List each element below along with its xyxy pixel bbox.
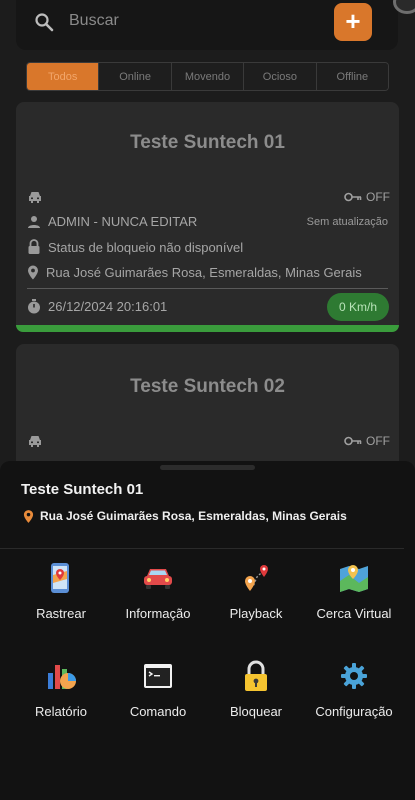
vehicle-actions-sheet: Teste Suntech 01 Rua José Guimarães Rosa…	[0, 461, 415, 800]
top-bar: Buscar +	[16, 0, 398, 50]
action-label: Rastrear	[36, 606, 86, 621]
vehicle-type-row	[27, 190, 388, 204]
address-row: Rua José Guimarães Rosa, Esmeraldas, Min…	[27, 265, 388, 280]
map-fence-icon	[340, 565, 368, 592]
vehicle-name: Teste Suntech 01	[130, 132, 285, 153]
sheet-drag-handle[interactable]	[160, 465, 255, 470]
location-pin-icon	[28, 265, 38, 280]
location-pin-icon	[23, 510, 34, 523]
action-label: Cerca Virtual	[316, 606, 392, 621]
action-label: Playback	[229, 606, 283, 621]
terminal-icon	[144, 664, 172, 688]
lock-status: Status de bloqueio não disponível	[48, 239, 244, 255]
add-vehicle-button[interactable]: +	[334, 3, 372, 41]
car-icon	[144, 569, 172, 589]
action-relatorio[interactable]: Relatório	[11, 659, 111, 719]
vehicle-card[interactable]: Teste Suntech 01 OFF ADMIN - NUNCA EDITA…	[16, 102, 399, 332]
vehicle-name: Teste Suntech 02	[130, 376, 285, 397]
search-input[interactable]: Buscar	[69, 12, 119, 30]
report-chart-icon	[48, 665, 76, 689]
action-rastrear[interactable]: Rastrear	[11, 561, 111, 621]
stopwatch-icon	[28, 299, 40, 314]
action-label: Relatório	[34, 704, 88, 719]
tab-todos[interactable]: Todos	[27, 63, 100, 90]
sheet-address-text: Rua José Guimarães Rosa, Esmeraldas, Min…	[40, 509, 347, 523]
padlock-icon	[28, 239, 40, 254]
ignition-value: OFF	[366, 190, 390, 204]
ignition-status: OFF	[344, 190, 390, 204]
ignition-value: OFF	[366, 434, 390, 448]
speed-badge: 0 Km/h	[326, 293, 389, 321]
padlock-icon	[245, 660, 267, 691]
user-row: ADMIN - NUNCA EDITAR Sem atualização	[27, 214, 388, 229]
action-configuracao[interactable]: Configuração	[304, 659, 404, 719]
user-icon	[28, 215, 40, 228]
route-pins-icon	[245, 565, 268, 591]
action-label: Configuração	[315, 704, 393, 719]
car-icon	[29, 436, 41, 447]
status-filter-tabs: Todos Online Movendo Ocioso Offline	[26, 62, 389, 91]
action-label: Informação	[125, 606, 191, 621]
action-label: Bloquear	[229, 704, 283, 719]
tab-online[interactable]: Online	[99, 63, 172, 90]
action-cerca-virtual[interactable]: Cerca Virtual	[304, 561, 404, 621]
action-informacao[interactable]: Informação	[108, 561, 208, 621]
search-icon[interactable]	[34, 12, 54, 32]
lock-row: Status de bloqueio não disponível	[27, 239, 388, 255]
sheet-divider	[0, 548, 404, 549]
card-divider	[27, 288, 388, 289]
gear-icon	[341, 663, 367, 689]
user-name: ADMIN - NUNCA EDITAR	[48, 214, 198, 229]
last-update-time: 26/12/2024 20:16:01	[48, 299, 168, 314]
action-comando[interactable]: Comando	[108, 659, 208, 719]
action-label: Comando	[129, 704, 187, 719]
vehicle-type-row	[27, 434, 388, 448]
action-playback[interactable]: Playback	[206, 561, 306, 621]
tab-ocioso[interactable]: Ocioso	[244, 63, 317, 90]
vehicle-address: Rua José Guimarães Rosa, Esmeraldas, Min…	[46, 265, 362, 280]
ignition-status: OFF	[344, 434, 390, 448]
car-icon	[29, 192, 41, 203]
sheet-address: Rua José Guimarães Rosa, Esmeraldas, Min…	[23, 508, 353, 524]
tab-movendo[interactable]: Movendo	[171, 63, 245, 90]
key-icon	[344, 192, 362, 202]
sheet-title: Teste Suntech 01	[21, 481, 144, 498]
key-icon	[344, 436, 362, 446]
phone-map-icon	[51, 563, 69, 593]
action-bloquear[interactable]: Bloquear	[206, 659, 306, 719]
update-status: Sem atualização	[306, 215, 388, 228]
tab-offline[interactable]: Offline	[316, 63, 388, 90]
status-bar	[16, 325, 399, 332]
